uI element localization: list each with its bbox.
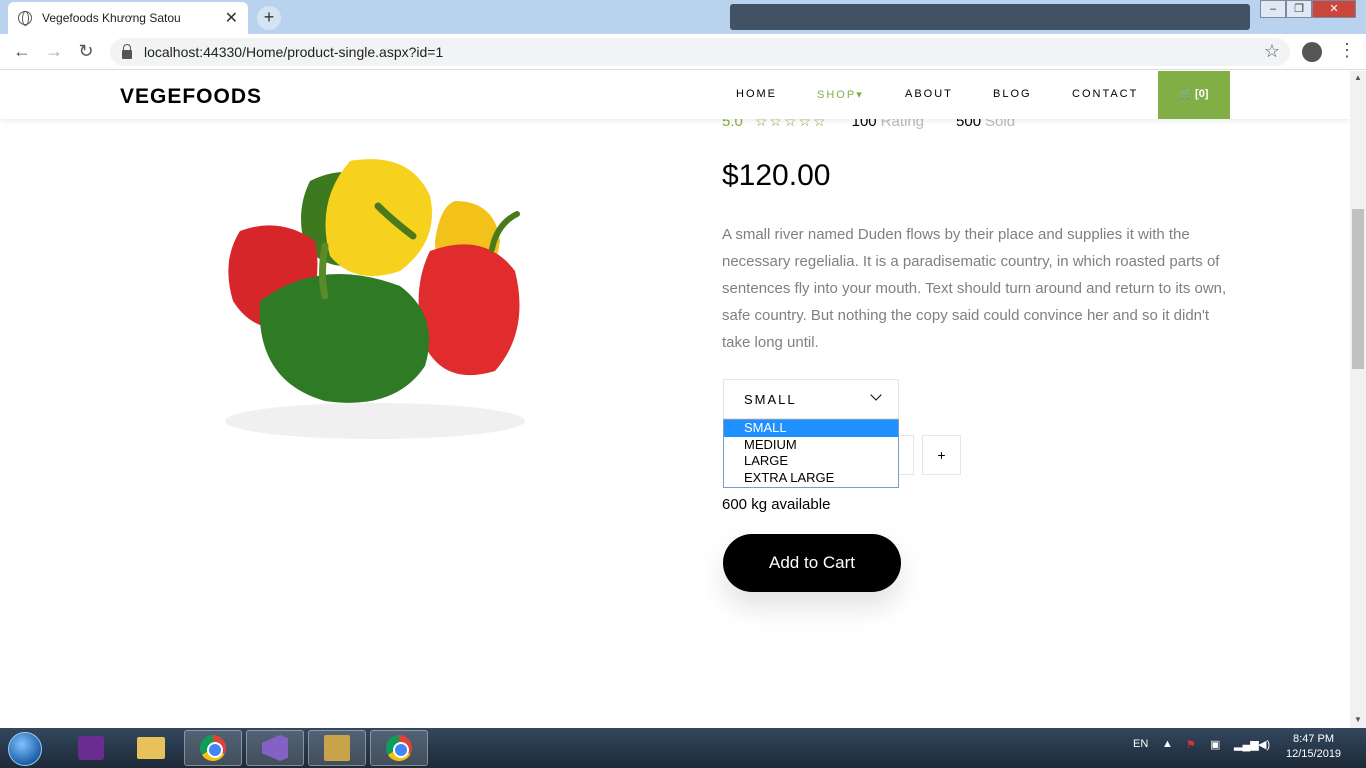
url-text: localhost:44330/Home/product-single.aspx…: [144, 44, 444, 60]
start-button-icon[interactable]: [8, 732, 42, 766]
browser-tab-active[interactable]: Vegefoods Khương Satou ✕: [8, 2, 248, 34]
product-image-peppers[interactable]: [200, 151, 550, 451]
forward-arrow-icon[interactable]: →: [38, 41, 70, 62]
new-tab-button[interactable]: +: [257, 6, 281, 30]
nav-about[interactable]: ABOUT: [905, 88, 953, 100]
product-description: A small river named Duden flows by their…: [722, 226, 1227, 351]
size-select-value: SMALL: [744, 392, 797, 407]
background-tab[interactable]: [492, 2, 722, 34]
cart-button[interactable]: 🛒 [0]: [1158, 71, 1230, 119]
tray-expand-icon[interactable]: ▲: [1162, 738, 1173, 750]
size-option-extra-large[interactable]: EXTRA LARGE: [724, 470, 898, 487]
profile-avatar-icon[interactable]: [1302, 42, 1322, 62]
add-to-cart-button[interactable]: Add to Cart: [723, 534, 901, 592]
action-center-flag-icon[interactable]: ⚑: [1186, 738, 1196, 751]
menu-kebab-icon[interactable]: ⋮: [1338, 40, 1356, 61]
window-controls: ‒ ❐ ✕: [1260, 0, 1356, 18]
visual-studio-icon[interactable]: [246, 730, 304, 766]
web-page: VEGEFOODS HOME SHOP▾ ABOUT BLOG CONTACT …: [0, 71, 1350, 728]
language-indicator[interactable]: EN: [1133, 738, 1148, 750]
size-dropdown-list: SMALL MEDIUM LARGE EXTRA LARGE: [723, 419, 899, 488]
caret-down-icon: ▾: [856, 89, 864, 101]
product-price: $120.00: [722, 159, 831, 192]
cart-count: [0]: [1195, 88, 1209, 100]
background-tab[interactable]: [282, 2, 482, 34]
background-window-preview: [730, 4, 1250, 30]
size-option-small[interactable]: SMALL: [724, 420, 898, 437]
quantity-plus-button[interactable]: +: [922, 435, 961, 475]
chrome-taskbar-icon-2[interactable]: [370, 730, 428, 766]
availability-text: 600 kg available: [722, 496, 831, 513]
tools-app-icon[interactable]: [308, 730, 366, 766]
site-brand[interactable]: VEGEFOODS: [120, 85, 262, 109]
reload-icon[interactable]: ↻: [70, 41, 102, 62]
page-scrollbar[interactable]: ▲ ▼: [1350, 71, 1366, 728]
clock-date: 12/15/2019: [1286, 748, 1342, 760]
cart-icon: 🛒: [1179, 89, 1192, 100]
teams-app-icon[interactable]: [62, 730, 120, 766]
volume-icon[interactable]: ◀): [1258, 738, 1270, 751]
bookmark-star-icon[interactable]: ☆: [1264, 41, 1280, 62]
chevron-down-icon: [870, 389, 882, 401]
maximize-button[interactable]: ❐: [1286, 0, 1312, 18]
size-option-large[interactable]: LARGE: [724, 453, 898, 470]
address-bar[interactable]: localhost:44330/Home/product-single.aspx…: [110, 38, 1290, 66]
clock-time: 8:47 PM: [1293, 733, 1335, 745]
size-select[interactable]: SMALL: [723, 379, 899, 419]
minimize-button[interactable]: ‒: [1260, 0, 1286, 18]
globe-icon: [18, 11, 32, 26]
browser-toolbar: ← → ↻ localhost:44330/Home/product-singl…: [0, 34, 1366, 70]
system-clock[interactable]: 8:47 PM 12/15/2019: [1286, 732, 1341, 762]
scrollbar-thumb[interactable]: [1352, 209, 1364, 369]
window-close-button[interactable]: ✕: [1312, 0, 1356, 18]
windows-taskbar: EN ▲ ⚑ ▣ ▂▄▆ ◀) 8:47 PM 12/15/2019: [0, 728, 1366, 768]
scroll-down-arrow-icon[interactable]: ▼: [1354, 715, 1362, 724]
scroll-up-arrow-icon[interactable]: ▲: [1354, 73, 1362, 82]
nav-home[interactable]: HOME: [736, 88, 777, 100]
tab-close-icon[interactable]: ✕: [225, 8, 238, 28]
lock-icon: [122, 43, 132, 59]
site-navbar: VEGEFOODS HOME SHOP▾ ABOUT BLOG CONTACT …: [0, 71, 1350, 119]
size-option-medium[interactable]: MEDIUM: [724, 437, 898, 454]
usb-device-icon[interactable]: ▣: [1210, 738, 1220, 751]
nav-contact[interactable]: CONTACT: [1072, 88, 1138, 100]
browser-tab-strip: Vegefoods Khương Satou ✕ + ‒ ❐ ✕: [0, 0, 1366, 34]
tab-title: Vegefoods Khương Satou: [42, 11, 181, 25]
nav-shop[interactable]: SHOP▾: [817, 88, 864, 101]
back-arrow-icon[interactable]: ←: [6, 41, 38, 62]
nav-blog[interactable]: BLOG: [993, 88, 1032, 100]
nav-shop-label: SHOP: [817, 89, 857, 101]
file-explorer-icon[interactable]: [122, 730, 180, 766]
chrome-taskbar-icon[interactable]: [184, 730, 242, 766]
network-icon[interactable]: ▂▄▆: [1234, 738, 1259, 751]
